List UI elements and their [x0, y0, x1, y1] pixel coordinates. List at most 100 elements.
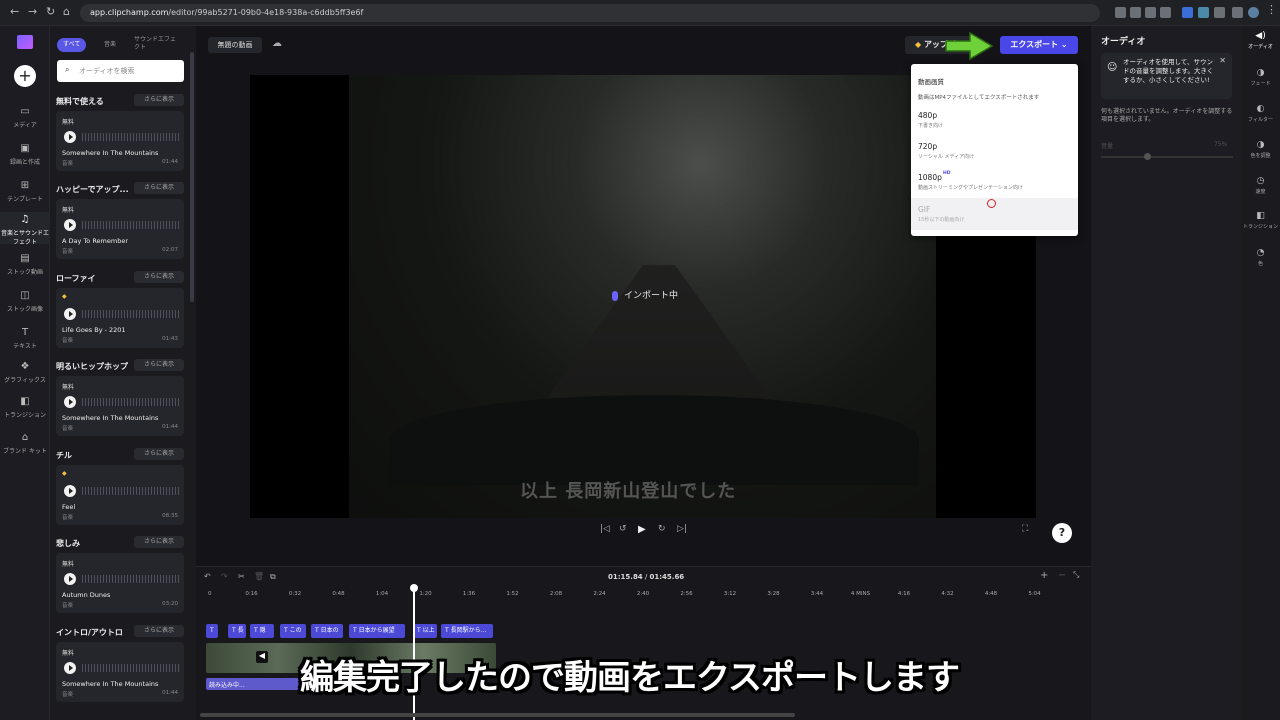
- cloud-off-icon[interactable]: ☁: [272, 38, 282, 49]
- forward-icon[interactable]: →: [28, 5, 37, 18]
- tab-filters[interactable]: ◐ フィルター: [1241, 104, 1280, 123]
- extension-icon[interactable]: [1182, 7, 1193, 18]
- delete-icon[interactable]: 🗑: [254, 572, 264, 581]
- play-preview-button[interactable]: [64, 662, 76, 674]
- close-icon[interactable]: ✕: [1219, 56, 1226, 67]
- skip-back-icon[interactable]: |◁: [600, 524, 610, 534]
- star-icon[interactable]: [1160, 7, 1171, 18]
- audio-track-card[interactable]: ◆ Life Goes By - 2201 音楽 01:43: [56, 288, 184, 348]
- reload-icon[interactable]: ↻: [46, 5, 55, 18]
- mute-icon[interactable]: ◀: [256, 651, 268, 663]
- fit-icon[interactable]: ⤡: [1073, 570, 1079, 580]
- play-preview-button[interactable]: [64, 219, 76, 231]
- play-preview-button[interactable]: [64, 396, 76, 408]
- redo-icon[interactable]: ↷: [221, 572, 228, 581]
- help-button[interactable]: ?: [1052, 523, 1072, 543]
- split-icon[interactable]: ✂: [238, 572, 245, 581]
- playhead-handle[interactable]: [410, 584, 418, 592]
- volume-slider[interactable]: [1101, 156, 1233, 158]
- show-more-button[interactable]: さらに表示: [134, 94, 184, 106]
- text-clip[interactable]: T 長岡駅から...: [441, 624, 493, 638]
- audio-track-card[interactable]: 無料 Somewhere In The Mountains 音楽 01:44: [56, 642, 184, 702]
- rail-item-record[interactable]: ▣ 録画と作成: [0, 143, 50, 166]
- fullscreen-icon[interactable]: ⛶: [1022, 524, 1028, 534]
- play-preview-button[interactable]: [64, 485, 76, 497]
- rail-item-graphics[interactable]: ❖ グラフィックス: [0, 361, 50, 384]
- back-icon[interactable]: ←: [10, 5, 19, 18]
- tab-sound-effects[interactable]: サウンドエフェクト: [128, 36, 184, 51]
- speedometer-icon: ◷: [1256, 176, 1265, 186]
- address-bar[interactable]: app.clipchamp.com/editor/99ab5271-09b0-4…: [80, 4, 1100, 22]
- show-more-button[interactable]: さらに表示: [134, 182, 184, 194]
- home-icon[interactable]: ⌂: [63, 5, 70, 18]
- extension-icon[interactable]: [1115, 7, 1126, 18]
- text-clip[interactable]: T 日本から展望: [349, 624, 405, 638]
- rail-item-stock-image[interactable]: ◫ ストック画像: [0, 290, 50, 313]
- tab-color[interactable]: ◔ 色: [1241, 248, 1280, 267]
- zoom-in-icon[interactable]: +: [1040, 570, 1048, 581]
- option-1080p[interactable]: 1080p HD 動画ストリーミングやプレゼンテーション向け: [911, 168, 1078, 198]
- forward-5-icon[interactable]: ↻: [658, 524, 666, 534]
- text-clip[interactable]: T 日本の: [311, 624, 343, 638]
- volume-slider-knob[interactable]: [1144, 153, 1152, 160]
- text-clip[interactable]: T この: [280, 624, 306, 638]
- rail-item-text[interactable]: T テキスト: [0, 327, 50, 350]
- sidepanel-icon[interactable]: [1232, 7, 1243, 18]
- text-clip[interactable]: T 隠: [250, 624, 274, 638]
- undo-icon[interactable]: ↶: [204, 572, 211, 581]
- play-preview-button[interactable]: [64, 573, 76, 585]
- skip-forward-icon[interactable]: ▷|: [677, 524, 687, 534]
- panel-scrollbar[interactable]: [190, 52, 194, 302]
- rail-item-stock-video[interactable]: ▤ ストック動画: [0, 253, 50, 276]
- rail-item-media[interactable]: ▭ メディア: [0, 106, 50, 129]
- audio-search-input[interactable]: ⌕ オーディオを検索: [57, 60, 184, 82]
- play-preview-button[interactable]: [64, 131, 76, 143]
- ruler-tick: 3:12: [723, 591, 737, 597]
- menu-icon[interactable]: ⋮: [1266, 3, 1277, 16]
- option-720p[interactable]: 720p ソーシャル メディア向け: [911, 137, 1078, 167]
- rail-item-music[interactable]: ♫ 音楽とサウンドエフェクト: [0, 212, 50, 246]
- show-more-button[interactable]: さらに表示: [134, 625, 184, 637]
- avatar[interactable]: [1248, 7, 1259, 18]
- play-icon[interactable]: ▶: [638, 524, 646, 535]
- rail-item-templates[interactable]: ⊞ テンプレート: [0, 180, 50, 203]
- share-icon[interactable]: [1145, 7, 1156, 18]
- tab-fade[interactable]: ◑ フェード: [1241, 68, 1280, 87]
- show-more-button[interactable]: さらに表示: [134, 271, 184, 283]
- text-clip[interactable]: T 長: [228, 624, 246, 638]
- ruler-tick: 1:36: [462, 591, 476, 597]
- extension-icon[interactable]: [1198, 7, 1209, 18]
- rewind-5-icon[interactable]: ↺: [619, 524, 627, 534]
- tab-transitions[interactable]: ◧ トランジション: [1241, 211, 1280, 230]
- duplicate-icon[interactable]: ⧉: [270, 572, 276, 582]
- tab-adjust-color[interactable]: ◑ 色を調整: [1241, 140, 1280, 159]
- option-480p[interactable]: 480p 下書き向け: [911, 106, 1078, 136]
- rail-item-transitions[interactable]: ◧ トランジション: [0, 396, 50, 419]
- tab-all[interactable]: すべて: [57, 38, 87, 52]
- export-button[interactable]: エクスポート ⌄: [1000, 36, 1078, 54]
- time-ruler[interactable]: 0 0:16 0:32 0:48 1:04 1:20 1:36 1:52 2:08 2:24 2:4…: [206, 591, 1086, 601]
- audio-track-clip[interactable]: 読み込み中...: [206, 678, 301, 690]
- tab-music[interactable]: 音楽: [98, 38, 122, 52]
- text-clip[interactable]: T: [206, 624, 218, 638]
- audio-track-card[interactable]: 無料 Autumn Dunes 音楽 03:20: [56, 553, 184, 613]
- extension-icon[interactable]: [1130, 7, 1141, 18]
- project-title[interactable]: 無題の動画: [208, 37, 262, 53]
- audio-track-card[interactable]: 無料 A Day To Remember 音楽 02:07: [56, 199, 184, 259]
- show-more-button[interactable]: さらに表示: [134, 359, 184, 371]
- tab-audio[interactable]: ◀) オーディオ: [1241, 31, 1280, 50]
- show-more-button[interactable]: さらに表示: [134, 448, 184, 460]
- play-preview-button[interactable]: [64, 308, 76, 320]
- text-clip[interactable]: T 以上: [413, 624, 437, 638]
- puzzle-icon[interactable]: [1214, 7, 1225, 18]
- audio-track-card[interactable]: 無料 Somewhere In The Mountains 音楽 01:44: [56, 111, 184, 171]
- show-more-button[interactable]: さらに表示: [134, 536, 184, 548]
- zoom-out-icon[interactable]: −: [1058, 570, 1066, 581]
- rail-item-brand-kit[interactable]: ⌂ ブランド キット: [0, 432, 50, 455]
- tab-speed[interactable]: ◷ 速度: [1241, 176, 1280, 195]
- timeline-scrollbar[interactable]: [200, 713, 795, 717]
- audio-track-card[interactable]: 無料 Somewhere In The Mountains 音楽 01:44: [56, 376, 184, 436]
- create-button[interactable]: +: [14, 65, 36, 87]
- option-gif[interactable]: GIF 15秒以下の動画向け: [911, 198, 1078, 230]
- audio-track-card[interactable]: ◆ Feel 音楽 08:35: [56, 465, 184, 525]
